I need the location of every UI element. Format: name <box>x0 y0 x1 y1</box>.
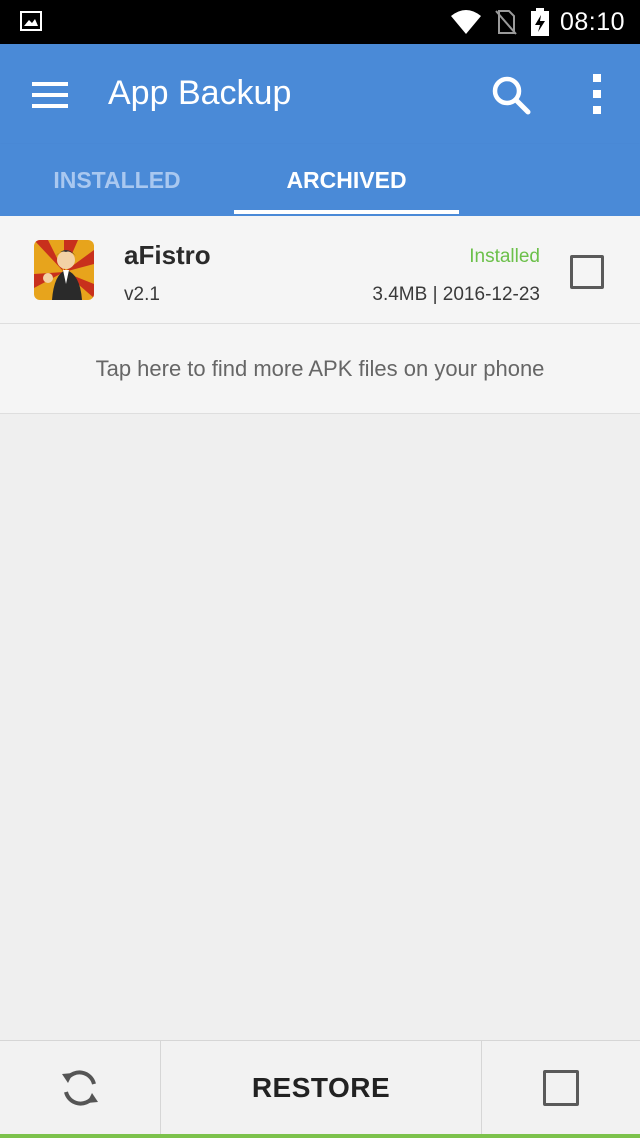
app-bar: App Backup <box>0 44 640 144</box>
search-icon[interactable] <box>490 74 532 116</box>
refresh-button[interactable] <box>0 1041 160 1135</box>
wifi-icon <box>451 10 481 34</box>
app-size-date: 3.4MB | 2016-12-23 <box>372 284 540 305</box>
item-checkbox[interactable] <box>570 255 604 289</box>
restore-button[interactable]: RESTORE <box>161 1041 481 1135</box>
no-sim-icon <box>495 10 517 35</box>
tab-indicator <box>234 210 459 214</box>
status-bar: 08:10 <box>0 0 640 44</box>
status-clock: 08:10 <box>560 8 626 36</box>
image-notification-icon <box>20 11 42 31</box>
page-title: App Backup <box>108 74 292 112</box>
tab-archived[interactable]: ARCHIVED <box>234 144 459 216</box>
list-item[interactable]: aFistro v2.1 Installed 3.4MB | 2016-12-2… <box>0 216 640 324</box>
app-name: aFistro <box>124 240 211 270</box>
app-icon <box>34 240 94 300</box>
bottom-bar: RESTORE <box>0 1040 640 1135</box>
tab-installed[interactable]: INSTALLED <box>0 144 234 216</box>
refresh-icon <box>62 1070 98 1106</box>
select-all-checkbox <box>543 1070 579 1106</box>
menu-icon[interactable] <box>32 82 68 108</box>
battery-charging-icon <box>531 8 549 36</box>
more-vert-icon[interactable] <box>586 72 608 116</box>
tab-bar: INSTALLED ARCHIVED <box>0 144 640 216</box>
app-version: v2.1 <box>124 284 160 305</box>
status-badge: Installed <box>469 246 540 267</box>
bottom-accent-bar <box>0 1134 640 1138</box>
find-more-apk-link[interactable]: Tap here to find more APK files on your … <box>0 324 640 414</box>
select-all-button[interactable] <box>482 1041 640 1135</box>
